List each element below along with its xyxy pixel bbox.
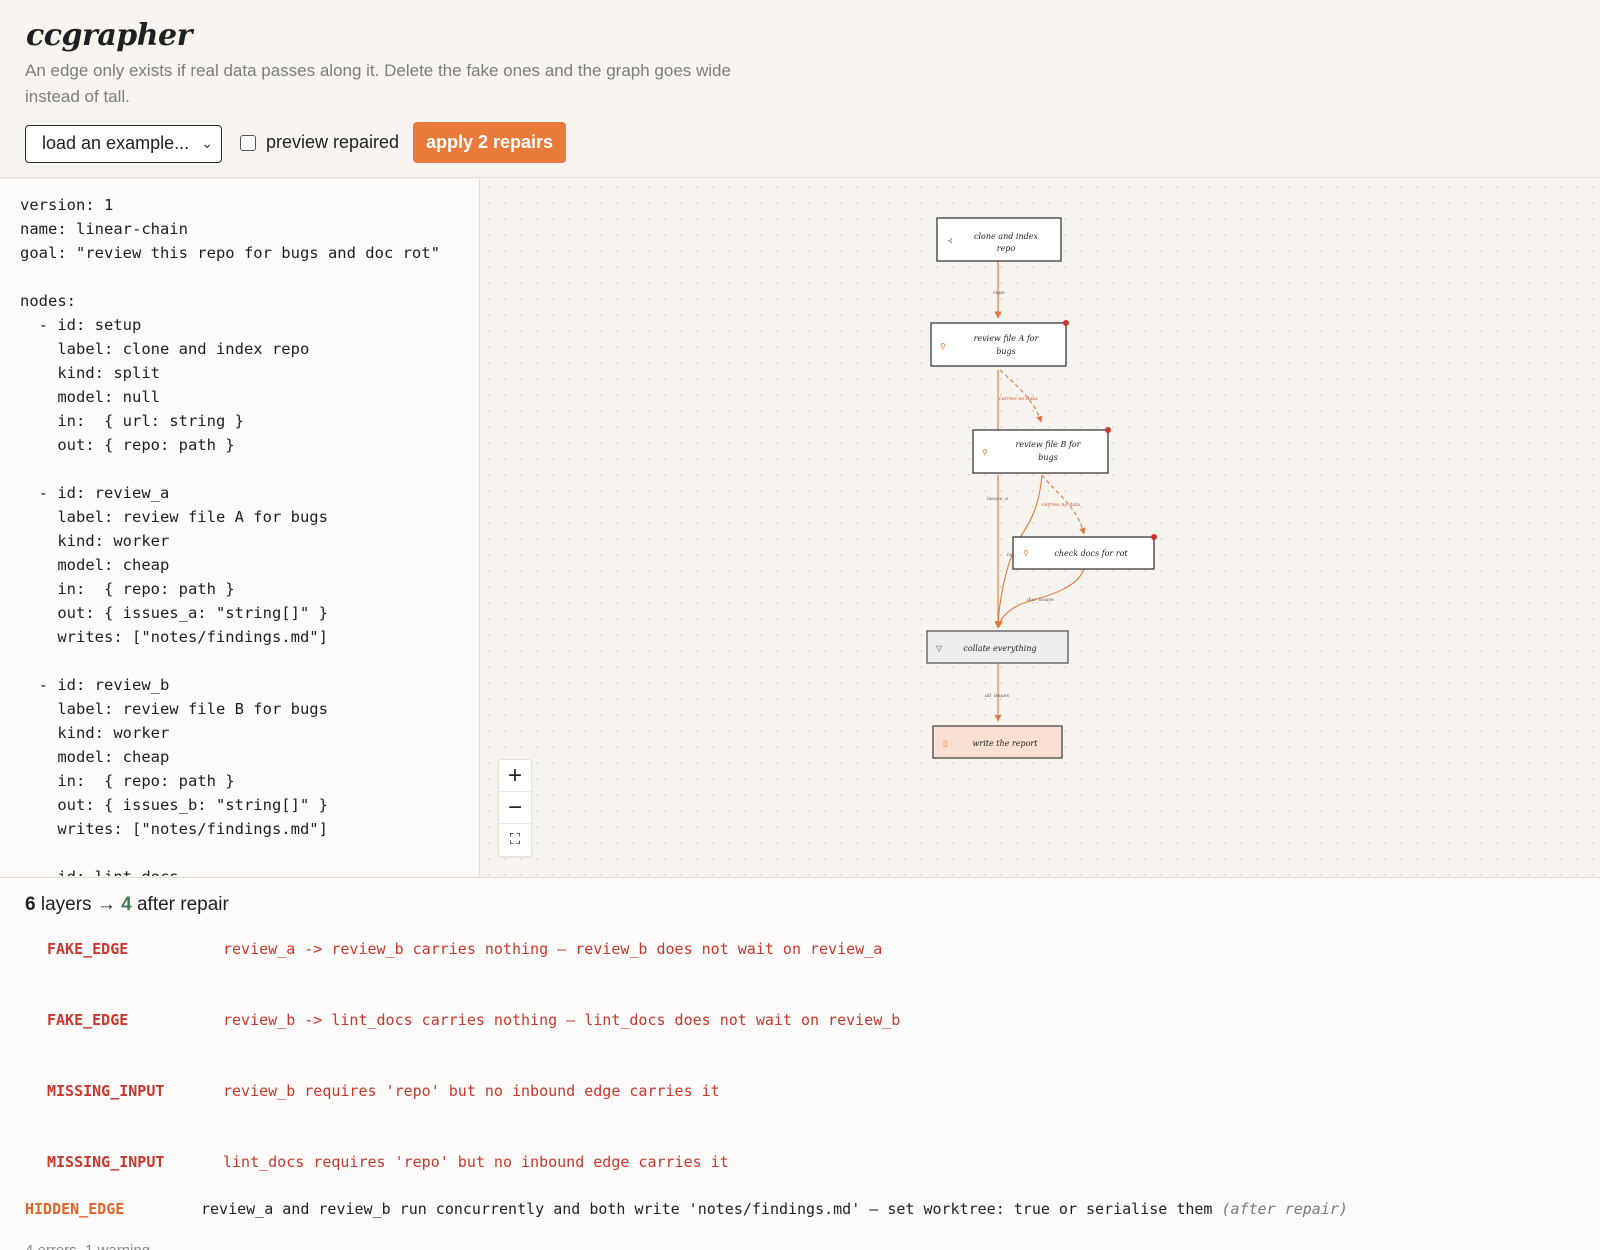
layers-summary: 6 layers → 4 after repair (25, 894, 229, 916)
diagnostic-code: FAKE_EDGE (47, 940, 129, 958)
node-label: clone and index (974, 232, 1038, 241)
diagnostics-summary: 4 errors, 1 warning (25, 1242, 150, 1250)
app-tagline: An edge only exists if real data passes … (25, 61, 731, 106)
fit-view-icon[interactable]: ⛶ (499, 824, 531, 856)
zoom-out-button[interactable]: − (499, 792, 531, 824)
edge-label: is (1007, 552, 1012, 558)
chevron-down-icon: ⌄ (201, 135, 213, 151)
funnel-icon: ▽ (936, 644, 943, 653)
diagnostics-panel: 6 layers → 4 after repair FAKE_EDGE revi… (0, 877, 1600, 1250)
split-icon: ⊰ (947, 238, 953, 245)
diagnostic-code: HIDDEN_EDGE (25, 1200, 125, 1218)
edge-setup-review-a[interactable]: repo (993, 261, 1005, 319)
diagnostic-message: review_a -> review_b carries nothing — r… (223, 940, 883, 958)
diagnostic-message: lint_docs requires 'repo' but no inbound… (223, 1153, 729, 1171)
app-header: ccgrapher An edge only exists if real da… (0, 0, 1600, 178)
edge-collate-report[interactable]: all_issues (985, 663, 1010, 722)
edge-review-a-review-b-fake[interactable]: carries no data (999, 369, 1043, 423)
zoom-in-button[interactable]: + (499, 760, 531, 792)
node-review-a[interactable]: ⚲ review file A for bugs (930, 320, 1069, 367)
diagnostic-code: MISSING_INPUT (47, 1082, 165, 1100)
edge-review-a-collate[interactable]: issues_a (987, 370, 1008, 629)
layers-before-count: 6 (25, 894, 36, 915)
search-icon: ⚲ (940, 342, 946, 351)
example-select-value: load an example... (42, 133, 190, 153)
after-repair-text: after repair (136, 894, 229, 915)
node-label: bugs (996, 347, 1016, 356)
apply-repairs-button[interactable]: apply 2 repairs (413, 122, 566, 163)
search-icon: ⚲ (982, 448, 988, 457)
node-review-b[interactable]: ⚲ review file B for bugs (972, 427, 1111, 474)
node-label: repo (997, 244, 1016, 253)
node-label: collate everything (963, 644, 1036, 653)
node-label: bugs (1038, 453, 1058, 462)
edge-label: all_issues (985, 693, 1010, 699)
node-setup[interactable]: ⊰ clone and index repo (936, 217, 1062, 262)
document-icon: ▯ (943, 739, 947, 748)
preview-repaired-label[interactable]: preview repaired (266, 132, 399, 153)
zoom-controls: + − ⛶ (498, 759, 532, 857)
error-dot (1063, 320, 1069, 326)
yaml-editor-content[interactable]: version: 1 name: linear-chain goal: "rev… (20, 193, 440, 876)
edge-review-b-lint-docs-fake[interactable]: carries no data (1041, 474, 1086, 535)
preview-repaired-checkbox[interactable] (240, 135, 256, 151)
edge-label: doc_issues (1027, 597, 1054, 603)
example-select[interactable]: load an example... ⌄ (25, 125, 222, 163)
node-label: review file B for (1016, 440, 1082, 449)
graph-canvas[interactable]: repo carries no data issues_a carries no… (481, 179, 1600, 876)
node-lint-docs[interactable]: ⚲ check docs for rot (1012, 534, 1157, 570)
graph-svg: repo carries no data issues_a carries no… (926, 217, 1157, 759)
diagnostic-note: (after repair) (1221, 1200, 1348, 1218)
node-report[interactable]: ▯ write the report (932, 725, 1063, 759)
layers-after-count: 4 (121, 894, 132, 915)
yaml-editor[interactable]: version: 1 name: linear-chain goal: "rev… (0, 179, 480, 876)
node-label: write the report (973, 739, 1039, 748)
diagnostic-message: review_b requires 'repo' but no inbound … (223, 1082, 720, 1100)
node-collate[interactable]: ▽ collate everything (926, 630, 1069, 664)
edge-label: carries no data (999, 396, 1037, 402)
diagnostic-message: review_b -> lint_docs carries nothing — … (223, 1011, 901, 1029)
error-dot (1151, 534, 1157, 540)
node-label: review file A for (974, 334, 1040, 343)
edge-lint-docs-collate[interactable]: doc_issues (996, 568, 1085, 628)
edge-label: issues_a (987, 496, 1008, 502)
layers-text: layers → (40, 894, 116, 915)
diagnostic-code: MISSING_INPUT (47, 1153, 165, 1171)
edge-label: carries no data (1042, 502, 1080, 508)
diagnostic-message: review_a and review_b run concurrently a… (201, 1200, 1213, 1218)
edge-label: repo (993, 290, 1005, 296)
app-title: ccgrapher (26, 18, 192, 53)
diagnostic-code: FAKE_EDGE (47, 1011, 129, 1029)
search-icon: ⚲ (1023, 549, 1029, 558)
error-dot (1105, 427, 1111, 433)
node-label: check docs for rot (1054, 549, 1128, 558)
